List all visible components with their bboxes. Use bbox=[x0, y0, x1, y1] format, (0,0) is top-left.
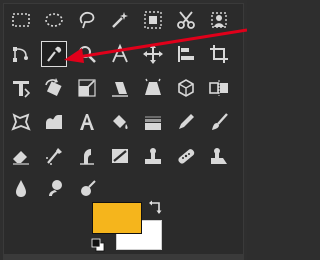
shear-icon[interactable] bbox=[108, 76, 132, 100]
cage-transform-icon[interactable] bbox=[9, 110, 33, 134]
3d-transform-icon[interactable] bbox=[174, 76, 198, 100]
paintbrush-icon[interactable] bbox=[207, 110, 231, 134]
swap-colors-icon[interactable] bbox=[148, 199, 164, 215]
paths-icon[interactable] bbox=[9, 42, 33, 66]
free-select-icon[interactable] bbox=[75, 8, 99, 32]
rotate-icon[interactable] bbox=[42, 76, 66, 100]
move-icon[interactable] bbox=[141, 42, 165, 66]
ellipse-select-icon[interactable] bbox=[42, 8, 66, 32]
scissors-select-icon[interactable] bbox=[174, 8, 198, 32]
text-icon[interactable] bbox=[75, 110, 99, 134]
measure-icon[interactable] bbox=[108, 42, 132, 66]
dodge-burn-icon[interactable] bbox=[75, 176, 99, 200]
blur-sharpen-icon[interactable] bbox=[9, 176, 33, 200]
ink-icon[interactable] bbox=[75, 144, 99, 168]
perspective-clone-icon[interactable] bbox=[207, 144, 231, 168]
align-icon[interactable] bbox=[174, 42, 198, 66]
heal-icon[interactable] bbox=[174, 144, 198, 168]
fuzzy-select-icon[interactable] bbox=[108, 8, 132, 32]
clone-icon[interactable] bbox=[141, 144, 165, 168]
bucket-fill-icon[interactable] bbox=[108, 110, 132, 134]
zoom-icon[interactable] bbox=[75, 42, 99, 66]
color-picker-icon[interactable] bbox=[41, 41, 67, 67]
warp-transform-icon[interactable] bbox=[42, 110, 66, 134]
smudge-icon[interactable] bbox=[42, 176, 66, 200]
unified-transform-icon[interactable] bbox=[9, 76, 33, 100]
foreground-select-icon[interactable] bbox=[207, 8, 231, 32]
foreground-color-swatch[interactable] bbox=[92, 202, 142, 234]
eraser-icon[interactable] bbox=[9, 144, 33, 168]
mypaint-brush-icon[interactable] bbox=[108, 144, 132, 168]
blend-gradient-icon[interactable] bbox=[141, 110, 165, 134]
rect-select-icon[interactable] bbox=[9, 8, 33, 32]
gimp-toolbox-window bbox=[0, 0, 247, 260]
airbrush-icon[interactable] bbox=[42, 144, 66, 168]
crop-icon[interactable] bbox=[207, 42, 231, 66]
scale-icon[interactable] bbox=[75, 76, 99, 100]
select-by-color-icon[interactable] bbox=[141, 8, 165, 32]
perspective-icon[interactable] bbox=[141, 76, 165, 100]
default-colors-icon[interactable] bbox=[91, 237, 105, 252]
pencil-icon[interactable] bbox=[174, 110, 198, 134]
toolbox-panel bbox=[3, 3, 244, 257]
flip-icon[interactable] bbox=[207, 76, 231, 100]
toolbox-bottom-edge bbox=[3, 254, 244, 260]
